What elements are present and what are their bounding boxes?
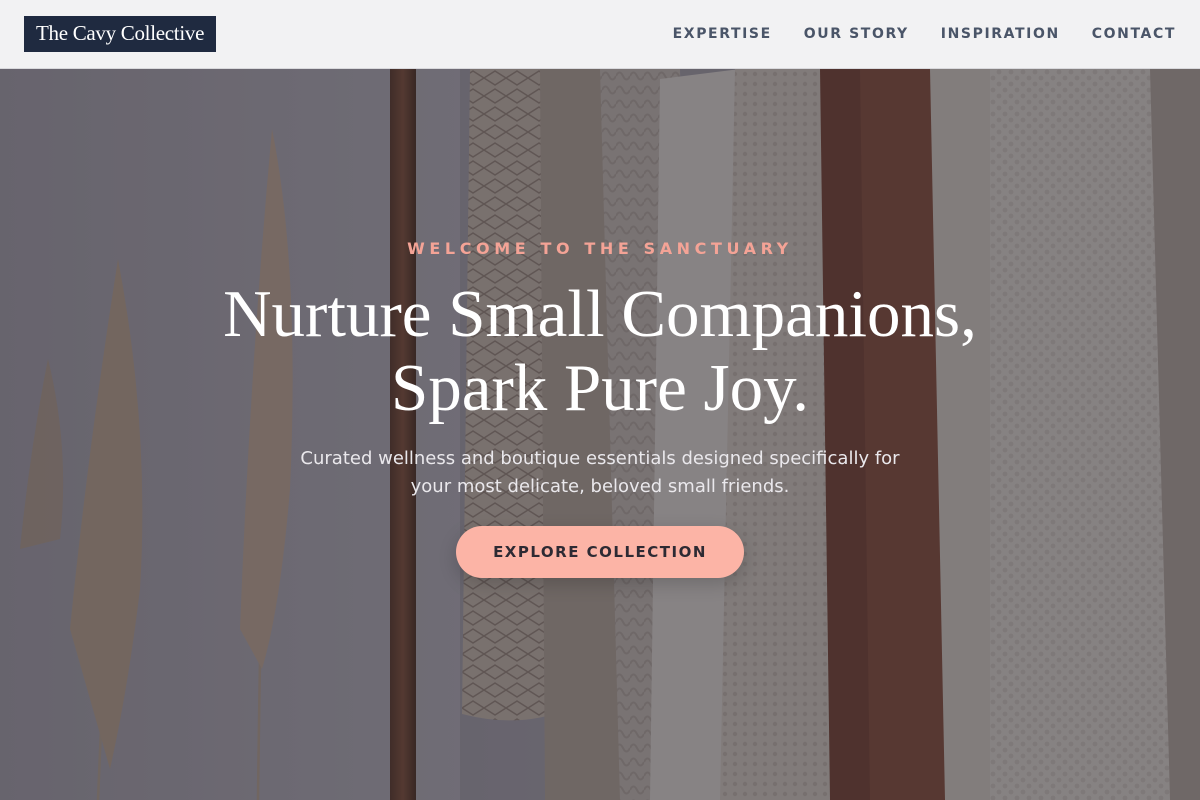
nav-link-expertise[interactable]: EXPERTISE <box>673 26 772 42</box>
hero-headline: Nurture Small Companions, Spark Pure Joy… <box>0 277 1200 425</box>
main-nav: EXPERTISE OUR STORY INSPIRATION CONTACT <box>673 26 1176 42</box>
hero-content: WELCOME TO THE SANCTUARY Nurture Small C… <box>0 69 1200 800</box>
hero-headline-line1: Nurture Small Companions, <box>223 277 977 351</box>
nav-link-contact[interactable]: CONTACT <box>1092 26 1176 42</box>
hero-headline-line2: Spark Pure Joy. <box>390 351 810 425</box>
site-logo[interactable]: The Cavy Collective <box>24 16 217 52</box>
hero-eyebrow: WELCOME TO THE SANCTUARY <box>407 239 793 258</box>
explore-collection-button[interactable]: EXPLORE COLLECTION <box>456 526 744 578</box>
site-header: The Cavy Collective EXPERTISE OUR STORY … <box>0 0 1200 69</box>
hero-subtext: Curated wellness and boutique essentials… <box>300 448 900 497</box>
nav-link-our-story[interactable]: OUR STORY <box>804 26 909 42</box>
nav-link-inspiration[interactable]: INSPIRATION <box>941 26 1060 42</box>
